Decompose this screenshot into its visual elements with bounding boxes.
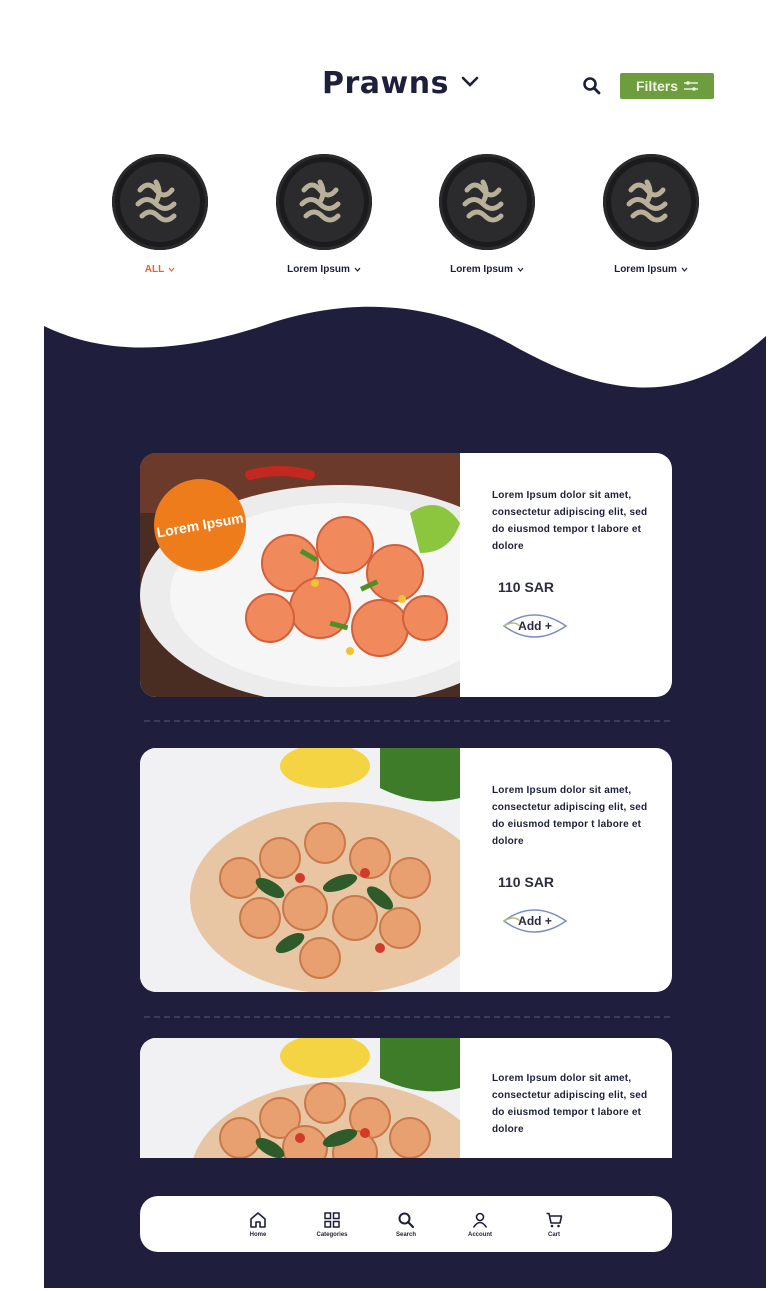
chevron-down-icon <box>681 267 688 272</box>
nav-item-home[interactable]: Home <box>236 1211 280 1238</box>
product-price: 110 SAR <box>498 874 555 890</box>
category-image <box>439 154 535 250</box>
product-description: Lorem Ipsum dolor sit amet, consectetur … <box>492 1073 648 1135</box>
category-image <box>276 154 372 250</box>
divider <box>144 720 670 722</box>
category-list: ALL Lorem Ipsum Lorem Ipsum Lorem Ipsum <box>44 154 766 284</box>
nav-item-categories[interactable]: Categories <box>310 1211 354 1238</box>
product-details: Lorem Ipsum dolor sit amet, consectetur … <box>460 748 672 992</box>
categories-icon <box>324 1211 340 1228</box>
category-image <box>112 154 208 250</box>
page-title: Prawns <box>322 66 449 101</box>
category-item-1[interactable]: Lorem Ipsum <box>259 154 389 275</box>
product-details: Lorem Ipsum dolor sit amet, consectetur … <box>460 1038 672 1158</box>
chevron-down-icon <box>168 267 175 272</box>
product-image <box>140 748 460 992</box>
product-image: Lorem Ipsum <box>140 453 460 697</box>
search-button[interactable] <box>582 76 606 100</box>
product-card[interactable]: Lorem Ipsum dolor sit amet, consectetur … <box>140 1038 672 1158</box>
category-label: Lorem Ipsum <box>614 264 688 275</box>
header: Prawns Filters <box>44 10 766 130</box>
product-details: Lorem Ipsum dolor sit amet, consectetur … <box>460 453 672 697</box>
filters-label: Filters <box>635 78 678 94</box>
product-description: Lorem Ipsum dolor sit amet, consectetur … <box>492 490 648 552</box>
search-icon <box>583 77 601 95</box>
product-card[interactable]: Lorem Ipsum Lorem Ipsum dolor sit amet, … <box>140 453 672 697</box>
divider <box>144 1016 670 1018</box>
category-image <box>603 154 699 250</box>
category-item-3[interactable]: Lorem Ipsum <box>586 154 716 275</box>
product-card[interactable]: Lorem Ipsum dolor sit amet, consectetur … <box>140 748 672 992</box>
category-item-2[interactable]: Lorem Ipsum <box>422 154 552 275</box>
nav-item-account[interactable]: Account <box>458 1211 502 1238</box>
add-to-cart-button[interactable]: Add + <box>500 904 570 938</box>
add-to-cart-button[interactable]: Add + <box>500 609 570 643</box>
product-image <box>140 1038 460 1158</box>
product-price: 110 SAR <box>498 579 555 595</box>
chevron-down-icon <box>517 267 524 272</box>
search-icon <box>398 1212 415 1228</box>
bottom-navigation: Home Categories Search Account Cart <box>140 1196 672 1252</box>
category-dropdown[interactable]: Prawns <box>322 66 479 101</box>
filters-button[interactable]: Filters <box>620 73 714 99</box>
filter-sliders-icon <box>684 81 698 91</box>
product-description: Lorem Ipsum dolor sit amet, consectetur … <box>492 785 648 847</box>
cart-icon <box>546 1212 563 1227</box>
chevron-down-icon <box>461 75 479 93</box>
category-label: Lorem Ipsum <box>287 264 361 275</box>
app-screen: Prawns Filters ALL Lorem Ipsum Lorem Ips… <box>44 10 766 1288</box>
account-icon <box>472 1212 488 1228</box>
nav-item-cart[interactable]: Cart <box>532 1211 576 1238</box>
chevron-down-icon <box>354 267 361 272</box>
category-item-all[interactable]: ALL <box>95 154 225 275</box>
category-label: ALL <box>145 264 175 275</box>
category-label: Lorem Ipsum <box>450 264 524 275</box>
nav-item-search[interactable]: Search <box>384 1211 428 1238</box>
home-icon <box>250 1211 266 1228</box>
